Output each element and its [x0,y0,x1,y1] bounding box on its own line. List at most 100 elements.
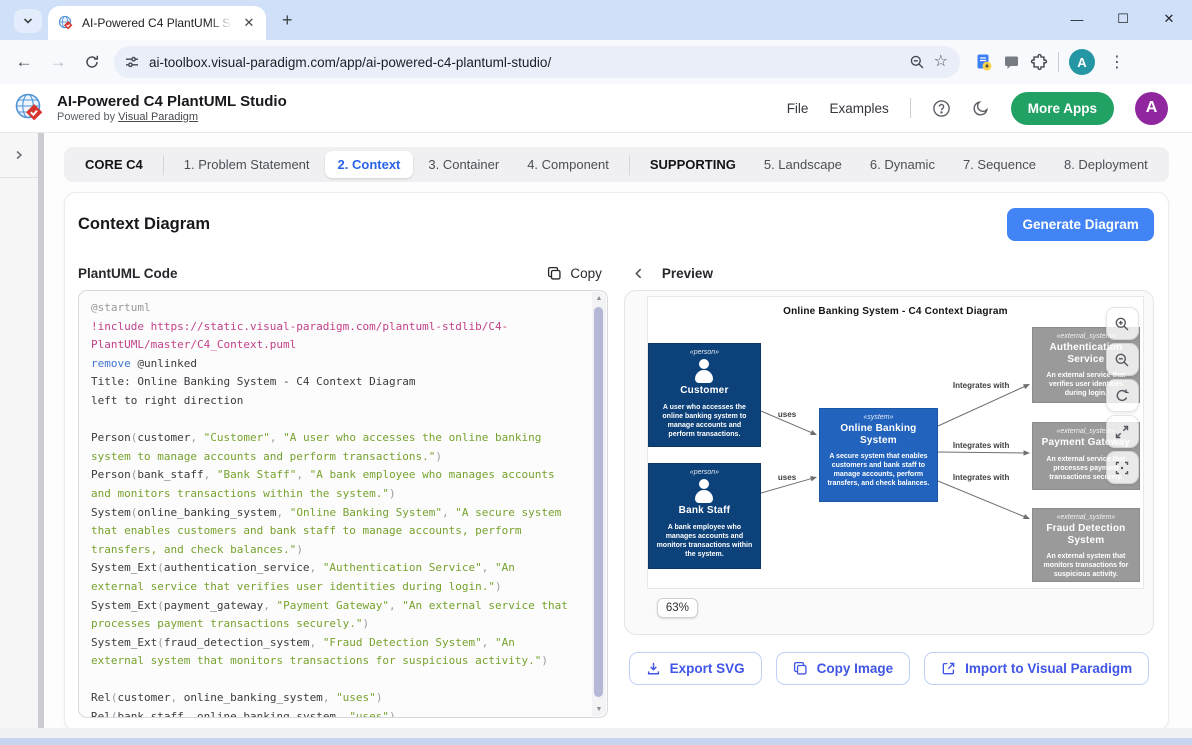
code-scrollbar[interactable]: ▲ ▼ [592,292,606,716]
site-favicon [58,15,74,31]
tab-1-problem-statement[interactable]: 1. Problem Statement [171,151,323,178]
menu-file[interactable]: File [787,101,809,116]
more-apps-button[interactable]: More Apps [1011,92,1114,125]
context-diagram-card: Context Diagram Generate Diagram PlantUM… [64,192,1169,731]
tabbar-divider [163,155,164,175]
code-line: @startuml [91,299,581,318]
window-close-button[interactable]: ✕ [1146,0,1192,38]
header-divider [910,98,911,118]
code-line [91,671,581,690]
code-line: left to right direction [91,392,581,411]
copy-image-button[interactable]: Copy Image [776,652,911,685]
window-maximize-button[interactable]: ☐ [1100,0,1146,38]
reload-button[interactable] [76,46,108,78]
action-button-label: Import to Visual Paradigm [965,661,1132,676]
copy-label: Copy [570,266,602,281]
tab-3-container[interactable]: 3. Container [415,151,512,178]
expand-icon [1114,424,1130,440]
tab-6-dynamic[interactable]: 6. Dynamic [857,151,948,178]
code-line [91,411,581,430]
browser-profile-avatar[interactable]: A [1069,49,1095,75]
code-line: external system that monitors transactio… [91,652,581,671]
node-name: Customer [649,385,760,397]
code-line: System_Ext(authentication_service, "Auth… [91,559,581,578]
bookmark-star-icon[interactable]: ☆ [934,54,948,70]
menu-examples[interactable]: Examples [829,101,888,116]
diagram-node-customer: «person» Customer A user who accesses the … [648,343,761,447]
plantuml-code-editor[interactable]: @startuml!include https://static.visual-… [78,290,608,718]
help-icon[interactable] [932,99,951,118]
collapse-preview-chevron-icon[interactable] [632,267,645,280]
tab-search-button[interactable] [14,9,42,33]
edge-label: Integrates with [953,473,1009,482]
edge-label: uses [778,473,796,482]
node-name: Bank Staff [649,505,760,517]
person-icon [691,479,717,503]
zoom-in-button[interactable] [1106,307,1139,340]
code-line: System_Ext(fraud_detection_system, "Frau… [91,634,581,653]
node-name: Fraud Detection System [1033,523,1139,546]
scroll-up-icon[interactable]: ▲ [592,295,606,302]
powered-by: Powered by Visual Paradigm [57,111,287,123]
copy-code-button[interactable]: Copy [547,266,608,281]
zoom-out-button[interactable] [1106,343,1139,376]
node-stereotype: «person» [649,349,760,356]
dark-mode-moon-icon[interactable] [972,99,990,117]
zoom-indicator-icon[interactable] [909,54,925,70]
external-icon [941,661,956,676]
tab-close-icon[interactable]: ✕ [240,14,258,32]
code-line: that enables customers and bank staff to… [91,522,581,541]
tab-7-sequence[interactable]: 7. Sequence [950,151,1049,178]
import-to-visual-paradigm-button[interactable]: Import to Visual Paradigm [924,652,1149,685]
code-line: !include https://static.visual-paradigm.… [91,318,581,337]
app-header: AI-Powered C4 PlantUML Studio Powered by… [0,84,1192,133]
diagram-title: Online Banking System - C4 Context Diagr… [648,306,1143,317]
chat-extension-icon[interactable] [1003,54,1020,71]
preview-zoom-controls [1106,307,1139,484]
browser-tab[interactable]: AI-Powered C4 PlantUML Studio ✕ [48,6,266,40]
main-content: CORE C41. Problem Statement2. Context3. … [44,133,1192,745]
chevron-down-icon [22,15,34,27]
url-bar[interactable]: ai-toolbox.visual-paradigm.com/app/ai-po… [114,46,960,78]
code-scrollbar-thumb[interactable] [594,307,603,697]
back-button[interactable]: ← [8,46,40,78]
tab-8-deployment[interactable]: 8. Deployment [1051,151,1161,178]
generate-diagram-button[interactable]: Generate Diagram [1007,208,1153,241]
expand-button[interactable] [1106,415,1139,448]
action-button-label: Copy Image [817,661,894,676]
account-avatar[interactable]: A [1135,92,1168,125]
app-title: AI-Powered C4 PlantUML Studio [57,93,287,110]
new-tab-button[interactable]: + [282,10,293,31]
tab-2-context[interactable]: 2. Context [325,151,414,178]
browser-menu-kebab-icon[interactable]: ⋮ [1105,52,1129,72]
site-settings-tune-icon[interactable] [124,54,140,70]
edge-label: Integrates with [953,381,1009,390]
forward-button[interactable]: → [42,46,74,78]
docs-offline-extension-icon[interactable] [974,53,993,72]
tab-4-component[interactable]: 4. Component [514,151,622,178]
node-description: A user who accesses the online banking s… [649,403,760,439]
visual-paradigm-link[interactable]: Visual Paradigm [118,111,198,123]
code-line: Person(bank_staff, "Bank Staff", "A bank… [91,466,581,485]
node-description: A secure system that enables customers a… [820,452,937,488]
sidebar-expand-chevron-icon[interactable] [13,149,25,161]
export-svg-button[interactable]: Export SVG [629,652,762,685]
diagram-node-bank-staff: «person»Bank StaffA bank employee who ma… [648,463,761,569]
code-line: System(online_banking_system, "Online Ba… [91,504,581,523]
fit-button[interactable] [1106,451,1139,484]
node-stereotype: «external_system» [1033,514,1139,521]
edge-label: uses [778,410,796,419]
node-description: An external system that monitors transac… [1033,552,1139,579]
scroll-down-icon[interactable]: ▼ [592,706,606,713]
extensions-puzzle-icon[interactable] [1030,53,1048,71]
window-minimize-button[interactable]: — [1054,0,1100,38]
code-column: PlantUML Code Copy @star [78,261,608,718]
node-name: Online Banking System [820,423,937,446]
diagram-canvas[interactable]: Online Banking System - C4 Context Diagr… [647,296,1144,589]
person-icon [691,359,717,383]
node-stereotype: «person» [649,469,760,476]
nav-group-label-supporting: SUPPORTING [637,157,749,172]
reset-button[interactable] [1106,379,1139,412]
code-line: and monitors transactions within the sys… [91,485,581,504]
tab-5-landscape[interactable]: 5. Landscape [751,151,855,178]
